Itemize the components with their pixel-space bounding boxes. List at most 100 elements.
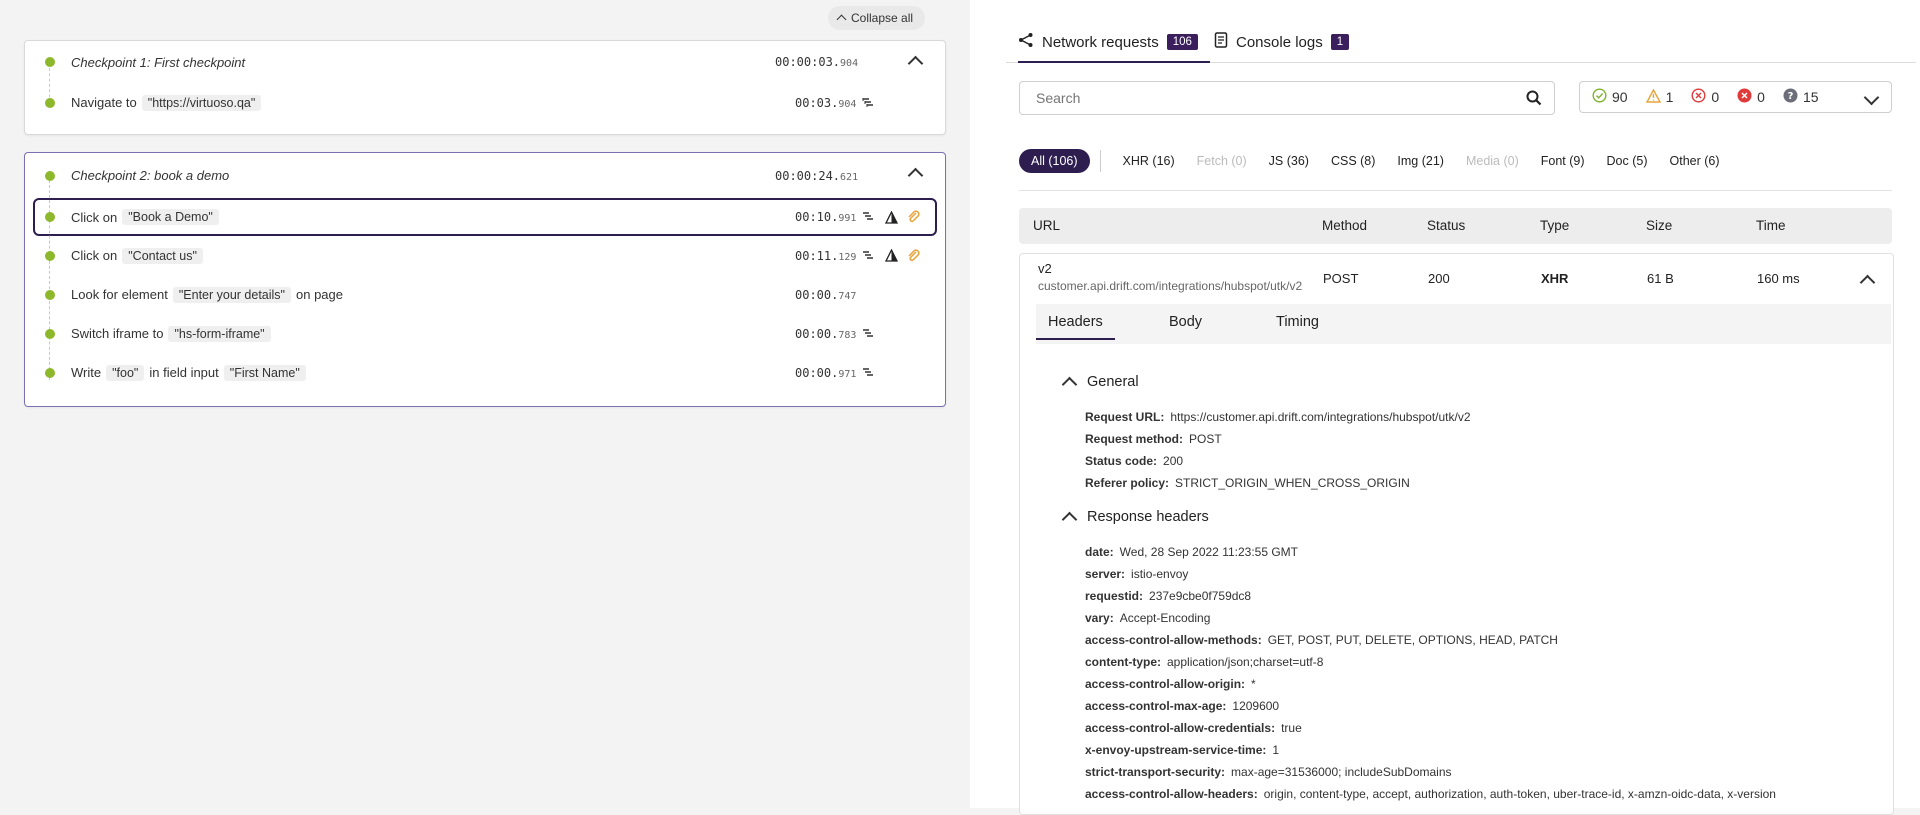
logs-icon[interactable] <box>861 96 875 110</box>
column-type[interactable]: Type <box>1540 218 1569 233</box>
column-url[interactable]: URL <box>1033 218 1060 233</box>
column-size[interactable]: Size <box>1646 218 1672 233</box>
checkpoint-collapse-toggle[interactable] <box>905 165 925 185</box>
filter-js[interactable]: JS (36) <box>1269 154 1309 168</box>
filter-all[interactable]: All (106) <box>1019 149 1090 173</box>
request-time: 160 ms <box>1757 271 1800 286</box>
request-url: customer.api.drift.com/integrations/hubs… <box>1038 279 1303 293</box>
status-ok: 90 <box>1592 88 1628 106</box>
svg-text:?: ? <box>1788 91 1794 102</box>
chevron-up-icon <box>907 55 923 72</box>
step-duration: 00:10.991 <box>795 210 857 224</box>
search-input[interactable] <box>1034 89 1518 107</box>
section-general-toggle[interactable]: General <box>1061 374 1139 393</box>
step-actions <box>861 366 875 380</box>
step-action-suffix: on page <box>296 287 343 302</box>
header-field: access-control-allow-credentials: true <box>1085 721 1302 735</box>
tab-timing[interactable]: Timing <box>1276 314 1319 330</box>
step-action: Click on <box>71 209 118 225</box>
logs-icon[interactable] <box>861 327 875 341</box>
column-status[interactable]: Status <box>1427 218 1465 233</box>
filter-doc[interactable]: Doc (5) <box>1607 154 1648 168</box>
chevron-up-icon <box>1061 376 1078 393</box>
logs-icon[interactable] <box>861 210 875 224</box>
checkpoint-card: Checkpoint 1: First checkpoint 00:00:03.… <box>24 40 946 135</box>
status-summary-dropdown[interactable]: 90 1 0 0 ? 15 <box>1579 81 1892 113</box>
column-time[interactable]: Time <box>1756 218 1786 233</box>
filter-fetch[interactable]: Fetch (0) <box>1197 154 1247 168</box>
step-row[interactable]: Navigate to "https://virtuoso.qa" 00:03.… <box>25 83 945 122</box>
tab-label: Network requests <box>1042 33 1159 51</box>
pyramid-icon[interactable] <box>884 249 898 263</box>
step-target-chip: "https://virtuoso.qa" <box>141 94 262 111</box>
table-row[interactable]: v2 customer.api.drift.com/integrations/h… <box>1020 254 1893 304</box>
step-row[interactable]: Click on "Contact us" 00:11.129 <box>25 236 945 275</box>
filter-xhr[interactable]: XHR (16) <box>1123 154 1175 168</box>
section-response-headers-toggle[interactable]: Response headers <box>1061 509 1209 528</box>
status-dot <box>45 212 55 222</box>
tab-body[interactable]: Body <box>1169 314 1202 330</box>
filter-font[interactable]: Font (9) <box>1541 154 1585 168</box>
header-field: server: istio-envoy <box>1085 567 1189 581</box>
search-icon[interactable] <box>1526 90 1542 109</box>
count-badge: 106 <box>1166 34 1198 50</box>
request-name: v2 <box>1038 261 1052 276</box>
step-duration: 00:00.747 <box>795 287 857 302</box>
search-box <box>1019 81 1555 115</box>
step-description: Click on "Contact us" <box>71 247 203 264</box>
collapse-all-button[interactable]: Collapse all <box>828 6 926 30</box>
step-row[interactable]: Switch iframe to "hs-form-iframe" 00:00.… <box>25 314 945 353</box>
header-field: Status code: 200 <box>1085 454 1184 468</box>
header-field: x-envoy-upstream-service-time: 1 <box>1085 743 1280 757</box>
type-filters: All (106) XHR (16) Fetch (0) JS (36) CSS… <box>1019 149 1742 173</box>
checkpoint-header[interactable]: Checkpoint 2: book a demo 00:00:24.621 <box>25 153 945 198</box>
status-unknown: ? 15 <box>1783 88 1819 106</box>
header-field: access-control-allow-methods: GET, POST, … <box>1085 633 1558 647</box>
step-duration: 00:00.971 <box>795 365 857 380</box>
step-row[interactable]: Look for element "Enter your details" on… <box>25 275 945 314</box>
tab-headers[interactable]: Headers <box>1036 314 1115 340</box>
step-description: Navigate to "https://virtuoso.qa" <box>71 94 262 111</box>
column-method[interactable]: Method <box>1322 218 1367 233</box>
section-title: General <box>1087 374 1139 390</box>
checkpoint-collapse-toggle[interactable] <box>905 53 925 73</box>
step-row-selected[interactable]: Click on "Book a Demo" 00:10.991 <box>33 198 937 236</box>
step-action: Write <box>71 365 102 380</box>
header-field: date: Wed, 28 Sep 2022 11:23:55 GMT <box>1085 545 1299 559</box>
attachment-icon[interactable] <box>907 248 921 263</box>
status-warning: 1 <box>1645 88 1673 106</box>
step-row[interactable]: Write "foo" in field input "First Name" … <box>25 353 945 392</box>
filter-css[interactable]: CSS (8) <box>1331 154 1375 168</box>
error-filled-icon <box>1737 88 1752 106</box>
step-action-mid: in field input <box>149 365 219 380</box>
logs-icon[interactable] <box>861 366 875 380</box>
header-field: Request method: POST <box>1085 432 1222 446</box>
step-duration: 00:11.129 <box>795 248 857 263</box>
tab-console-logs[interactable]: Console logs 1 <box>1214 22 1350 62</box>
chevron-up-icon <box>836 14 847 25</box>
chevron-up-icon <box>1859 274 1876 291</box>
step-duration: 00:00.783 <box>795 326 857 341</box>
checkpoint-header[interactable]: Checkpoint 1: First checkpoint 00:00:03.… <box>25 41 945 83</box>
status-dot <box>45 367 55 378</box>
count-badge: 1 <box>1330 34 1350 50</box>
tab-network-requests[interactable]: Network requests 106 <box>1018 22 1210 63</box>
pyramid-icon[interactable] <box>884 210 898 224</box>
status-dot <box>45 97 55 108</box>
logs-icon[interactable] <box>861 249 875 263</box>
tab-label: Console logs <box>1236 33 1323 51</box>
step-description: Look for element "Enter your details" on… <box>71 286 343 303</box>
checkpoint-title: Checkpoint 1: First checkpoint <box>71 54 246 70</box>
filter-media[interactable]: Media (0) <box>1466 154 1519 168</box>
collapse-all-label: Collapse all <box>851 11 914 25</box>
request-size: 61 B <box>1647 271 1674 286</box>
filter-other[interactable]: Other (6) <box>1670 154 1720 168</box>
request-expanded: v2 customer.api.drift.com/integrations/h… <box>1019 253 1894 815</box>
filter-img[interactable]: Img (21) <box>1397 154 1444 168</box>
collapse-row-button[interactable] <box>1859 272 1876 291</box>
checkpoint-duration: 00:00:24.621 <box>775 168 859 183</box>
step-actions <box>861 327 875 341</box>
attachment-icon[interactable] <box>907 210 921 224</box>
header-field: vary: Accept-Encoding <box>1085 611 1211 625</box>
question-icon: ? <box>1783 88 1798 106</box>
